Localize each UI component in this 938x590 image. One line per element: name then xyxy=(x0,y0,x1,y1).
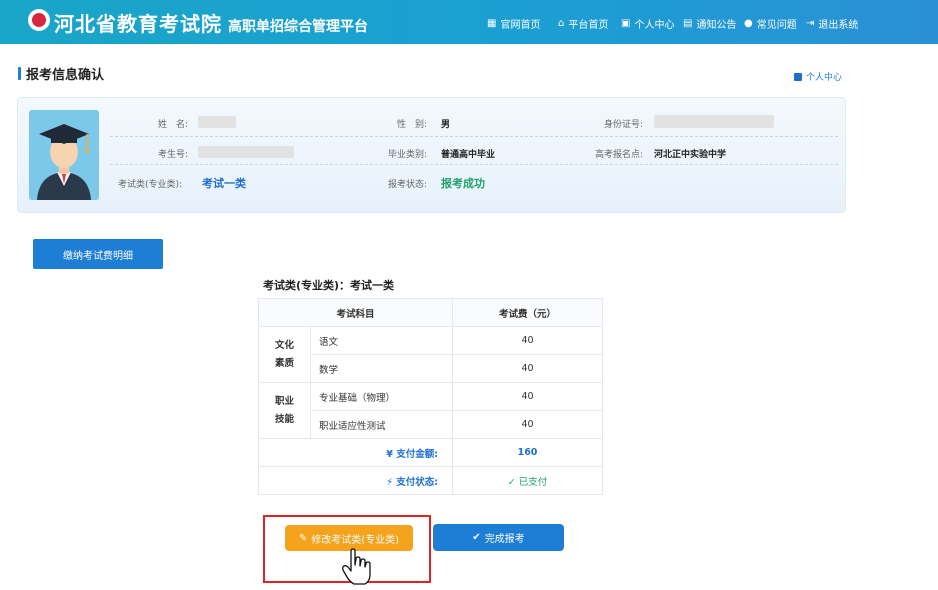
status-value: 报考成功 xyxy=(441,177,485,190)
hand-cursor-icon xyxy=(342,548,371,585)
exam-no-value-redacted xyxy=(198,146,294,158)
col-fee-header: 考试费（元） xyxy=(452,298,603,327)
grad-type-value: 普通高中毕业 xyxy=(441,150,496,160)
group-label: 文化 素质 xyxy=(258,326,311,383)
nav-personal-center[interactable]: ▣ 个人中心 xyxy=(621,15,674,31)
table-row: 职业 技能 专业基础（物理） 40 xyxy=(258,382,603,439)
logout-icon: ⇥ xyxy=(806,17,815,29)
dashboard-icon: ▦ xyxy=(487,17,497,29)
fee-table-title: 考试类(专业类)：考试一类 xyxy=(263,279,395,292)
pay-status-value: ✓ 已支付 xyxy=(452,466,603,495)
subject-cell: 专业基础（物理） xyxy=(310,382,453,411)
id-value-redacted xyxy=(654,115,774,128)
total-label: ¥ 支付金额: xyxy=(258,438,453,467)
personal-center-link[interactable]: 个人中心 xyxy=(793,70,842,83)
chat-icon: ● xyxy=(744,17,753,29)
edit-icon: ✎ xyxy=(298,532,308,544)
nav-platform-home[interactable]: ⌂ 平台首页 xyxy=(558,15,608,31)
title-accent-bar xyxy=(18,67,21,80)
status-label: 报考状态: xyxy=(388,180,428,190)
total-row: ¥ 支付金额: 160 xyxy=(258,438,603,467)
logo-icon xyxy=(28,9,50,31)
site-title-main: 河北省教育考试院 xyxy=(54,12,222,36)
site-title: 河北省教育考试院 高职单招综合管理平台 xyxy=(54,8,368,37)
category-label: 考试类(专业类): xyxy=(118,180,183,190)
check-circle-icon: ✔ xyxy=(472,532,481,543)
site-subtitle: 高职单招综合管理平台 xyxy=(228,19,368,35)
home-icon: ⌂ xyxy=(558,17,565,29)
section-title: 报考信息确认 xyxy=(18,64,104,83)
grad-type-label: 毕业类别: xyxy=(388,150,428,160)
table-row: 数学 40 xyxy=(259,354,603,383)
table-header-row: 考试科目 考试费（元） xyxy=(258,298,603,327)
subject-cell: 语文 xyxy=(310,326,453,355)
col-subject-header: 考试科目 xyxy=(258,298,453,327)
fee-cell: 40 xyxy=(452,326,603,355)
gender-label: 性 别: xyxy=(397,120,428,130)
top-header: 河北省教育考试院 高职单招综合管理平台 ▦ 官网首页 ⌂ 平台首页 ▣ 个人中心 ▤ 通知… xyxy=(0,0,938,44)
table-row: 文化 素质 语文 40 xyxy=(258,326,603,383)
fee-cell: 40 xyxy=(452,382,603,411)
user-card-icon xyxy=(793,72,802,81)
category-value: 考试一类 xyxy=(202,177,246,190)
pay-status-row: ⚡ 支付状态: ✓ 已支付 xyxy=(258,466,603,495)
group-label: 职业 技能 xyxy=(258,382,311,439)
pay-status-label: ⚡ 支付状态: xyxy=(258,466,453,495)
nav-notices[interactable]: ▤ 通知公告 xyxy=(683,15,736,31)
id-label: 身份证号: xyxy=(604,120,644,130)
divider xyxy=(110,136,838,137)
fee-table: 考试科目 考试费（元） 文化 素质 语文 40 数学 40 职业 技能 专业基础（物… xyxy=(258,298,603,495)
pay-detail-button[interactable]: 缴纳考试费明细 xyxy=(33,239,163,269)
subject-cell: 职业适应性测试 xyxy=(310,410,453,439)
user-card-icon: ▣ xyxy=(621,17,631,29)
avatar xyxy=(29,110,99,200)
name-value-redacted xyxy=(198,116,236,128)
gender-value: 男 xyxy=(441,120,451,130)
exam-site-value: 河北正中实验中学 xyxy=(654,150,727,160)
nav-faq[interactable]: ● 常见问题 xyxy=(744,15,797,31)
fee-cell: 40 xyxy=(452,410,603,439)
fee-cell: 40 xyxy=(452,354,603,383)
divider xyxy=(110,164,838,165)
graduate-avatar-icon xyxy=(29,110,99,200)
nav-logout[interactable]: ⇥ 退出系统 xyxy=(806,15,858,31)
subject-cell: 数学 xyxy=(310,354,453,383)
name-label: 姓 名: xyxy=(158,120,189,130)
exam-site-label: 高考报名点: xyxy=(595,150,644,160)
total-value: 160 xyxy=(452,438,603,467)
table-row: 职业适应性测试 40 xyxy=(259,410,603,439)
exam-no-label: 考生号: xyxy=(158,150,189,160)
complete-registration-button[interactable]: ✔ 完成报考 xyxy=(433,524,564,551)
nav-official-home[interactable]: ▦ 官网首页 xyxy=(487,15,540,31)
notice-icon: ▤ xyxy=(683,17,693,29)
